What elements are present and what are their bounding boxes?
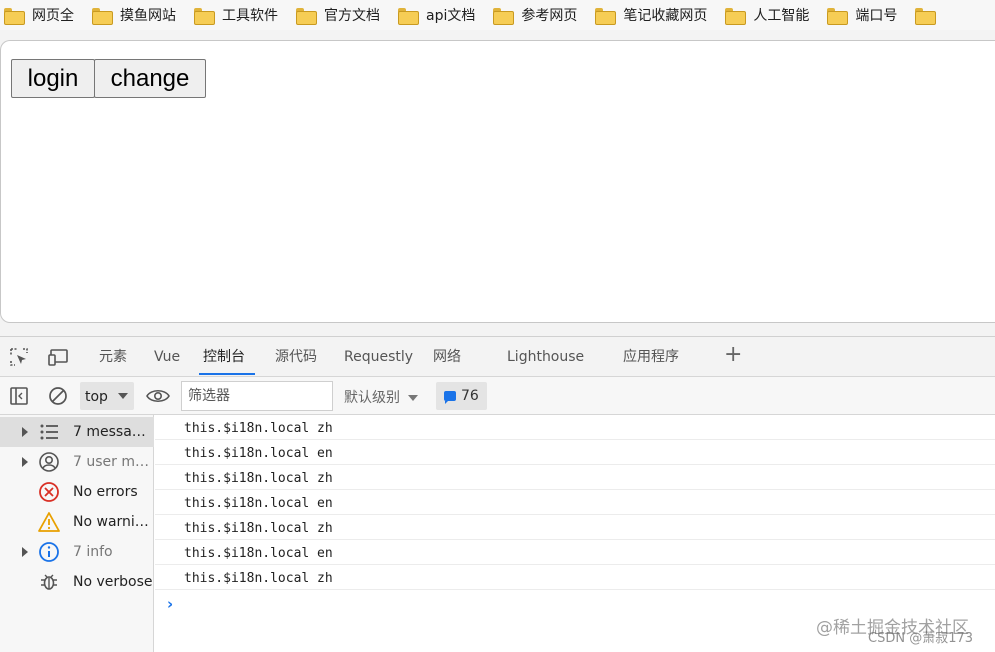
bookmark-label: 官方文档 xyxy=(324,8,380,24)
bookmark-folder[interactable]: api文档 xyxy=(398,5,475,25)
expand-triangle-icon[interactable] xyxy=(22,427,28,437)
bookmark-folder[interactable]: 工具软件 xyxy=(194,5,278,25)
log-row: this.$i18n.local zh xyxy=(155,565,995,590)
bookmark-folder[interactable]: 端口号 xyxy=(827,5,897,25)
chevron-down-icon xyxy=(408,395,418,401)
list-icon xyxy=(38,421,60,443)
console-prompt-icon[interactable]: › xyxy=(167,595,173,613)
tab-sources[interactable]: 源代码 xyxy=(275,346,317,376)
watermark-csdn: CSDN @萧寂173 xyxy=(868,631,974,646)
sidebar-toggle-icon[interactable] xyxy=(9,386,29,410)
bookmark-label: api文档 xyxy=(426,8,476,24)
warning-icon xyxy=(38,511,60,533)
bookmark-label: 摸鱼网站 xyxy=(120,8,176,24)
filter-input[interactable] xyxy=(181,381,333,411)
folder-icon xyxy=(595,7,617,25)
sidebar-item-info[interactable]: 7 info xyxy=(0,537,154,567)
sidebar-item-verbose[interactable]: No verbose xyxy=(0,567,154,597)
console-toolbar: top 默认级别 76 xyxy=(0,377,995,415)
tab-lighthouse[interactable]: Lighthouse xyxy=(507,346,584,376)
sidebar-item-label: 7 info xyxy=(73,544,113,560)
message-icon xyxy=(444,391,456,404)
login-button[interactable]: login xyxy=(11,59,95,98)
context-select[interactable]: top xyxy=(80,382,134,410)
folder-icon xyxy=(725,7,747,25)
log-row: this.$i18n.local zh xyxy=(155,515,995,540)
folder-icon xyxy=(4,7,25,25)
folder-icon xyxy=(827,7,849,25)
clear-console-icon[interactable] xyxy=(48,386,68,410)
bookmark-folder[interactable]: 摸鱼网站 xyxy=(92,5,176,25)
expand-triangle-icon[interactable] xyxy=(22,457,28,467)
change-button[interactable]: change xyxy=(94,59,206,98)
sidebar-item-errors[interactable]: No errors xyxy=(0,477,154,507)
bookmark-folder[interactable] xyxy=(915,7,943,25)
devtools-panel: 元素 Vue 控制台 源代码 Requestly 网络 Lighthouse 应… xyxy=(0,336,995,652)
folder-icon xyxy=(915,7,937,25)
bookmark-label: 网页全 xyxy=(32,8,74,24)
bookmark-folder[interactable]: 网页全 xyxy=(4,5,74,25)
bookmark-folder[interactable]: 参考网页 xyxy=(493,5,577,25)
folder-icon xyxy=(398,7,419,25)
sidebar-item-label: 7 messages xyxy=(73,424,153,440)
tab-application[interactable]: 应用程序 xyxy=(623,346,679,376)
inspect-element-icon[interactable] xyxy=(9,347,31,367)
bookmark-folder[interactable]: 人工智能 xyxy=(725,5,809,25)
page-viewport: login change xyxy=(0,40,995,323)
bookmark-label: 工具软件 xyxy=(222,8,278,24)
sidebar-item-label: No warnin... xyxy=(73,514,153,530)
bookmark-folder[interactable]: 官方文档 xyxy=(296,5,380,25)
bookmark-label: 笔记收藏网页 xyxy=(623,8,708,24)
sidebar-item-label: No verbose xyxy=(73,574,153,590)
user-icon xyxy=(38,451,60,473)
bookmark-label: 参考网页 xyxy=(521,8,578,24)
log-level-select[interactable]: 默认级别 xyxy=(344,387,418,407)
tab-network[interactable]: 网络 xyxy=(433,346,461,376)
more-tabs-icon[interactable]: + xyxy=(724,343,742,367)
context-value: top xyxy=(85,389,108,405)
log-row: this.$i18n.local en xyxy=(155,540,995,565)
info-icon xyxy=(38,541,60,563)
log-row: this.$i18n.local zh xyxy=(155,415,995,440)
bookmark-label: 端口号 xyxy=(855,8,898,24)
sidebar-item-warnings[interactable]: No warnin... xyxy=(0,507,154,537)
bug-icon xyxy=(38,571,60,593)
bookmarks-bar: 网页全 摸鱼网站 工具软件 官方文档 api文档 参考网页 笔记收藏网页 人工智… xyxy=(0,0,995,30)
tab-elements[interactable]: 元素 xyxy=(99,346,127,376)
sidebar-item-label: 7 user me... xyxy=(73,454,153,470)
log-row: this.$i18n.local en xyxy=(155,490,995,515)
message-count-badge[interactable]: 76 xyxy=(436,382,487,410)
bookmark-folder[interactable]: 笔记收藏网页 xyxy=(595,5,707,25)
error-icon xyxy=(38,481,60,503)
device-toolbar-icon[interactable] xyxy=(48,347,70,367)
bookmark-label: 人工智能 xyxy=(753,8,810,24)
log-level-value: 默认级别 xyxy=(344,390,400,406)
chevron-down-icon xyxy=(118,393,128,399)
sidebar-item-user-messages[interactable]: 7 user me... xyxy=(0,447,154,477)
eye-icon[interactable] xyxy=(146,388,170,408)
tab-vue[interactable]: Vue xyxy=(154,346,180,376)
message-count: 76 xyxy=(461,388,479,404)
tab-requestly[interactable]: Requestly xyxy=(344,346,413,376)
console-sidebar: 7 messages 7 user me... No errors No war… xyxy=(0,415,154,652)
sidebar-item-messages[interactable]: 7 messages xyxy=(0,417,154,447)
folder-icon xyxy=(296,7,317,25)
sidebar-item-label: No errors xyxy=(73,484,138,500)
log-row: this.$i18n.local en xyxy=(155,440,995,465)
folder-icon xyxy=(194,7,215,25)
folder-icon xyxy=(493,7,515,25)
log-row: this.$i18n.local zh xyxy=(155,465,995,490)
devtools-tab-bar: 元素 Vue 控制台 源代码 Requestly 网络 Lighthouse 应… xyxy=(0,337,995,377)
folder-icon xyxy=(92,7,113,25)
expand-triangle-icon[interactable] xyxy=(22,547,28,557)
tab-console[interactable]: 控制台 xyxy=(199,346,255,376)
